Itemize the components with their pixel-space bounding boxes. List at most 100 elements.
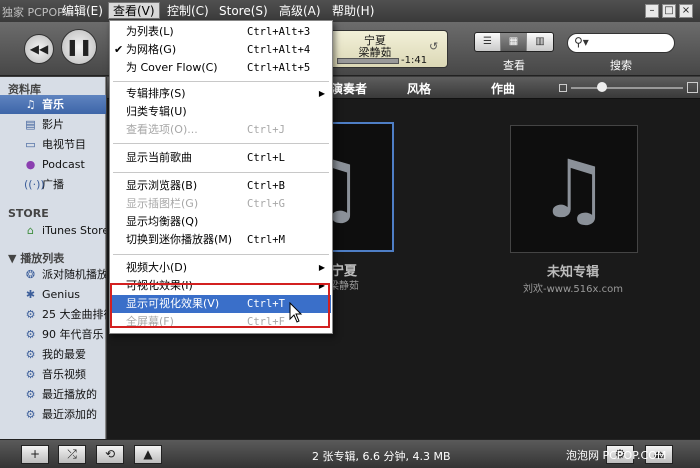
progress-bar[interactable] — [337, 58, 399, 64]
shuffle-icon: ⤮ — [67, 447, 77, 461]
menu-bar: 编辑(E) 查看(V) 控制(C) Store(S) 高级(A) 帮助(H) –… — [0, 0, 700, 22]
genius-icon: ✱ — [25, 288, 36, 301]
time-remaining: -1:41 — [401, 55, 428, 66]
sidebar-item-podcast[interactable]: ● Podcast — [0, 155, 106, 174]
sidebar-item-label: 最近添加的 — [42, 408, 97, 421]
repeat-icon: ⟲ — [104, 447, 116, 461]
menu-store[interactable]: Store(S) — [215, 3, 272, 20]
menu-item-show-artwork[interactable]: 显示插图栏(G) Ctrl+G — [111, 195, 331, 213]
list-view-icon: ☰ — [483, 36, 492, 47]
album-artist: 刘欢-www.516x.com — [523, 284, 623, 295]
pause-button[interactable]: ❚❚ — [61, 29, 97, 65]
sidebar-item-music-videos[interactable]: ⚙ 音乐视频 — [0, 365, 106, 384]
view-list-button[interactable]: ☰ — [475, 33, 501, 51]
itunes-window: 编辑(E) 查看(V) 控制(C) Store(S) 高级(A) 帮助(H) –… — [0, 0, 700, 468]
store-header: STORE — [8, 207, 49, 220]
rewind-icon: ◀◀ — [29, 42, 49, 56]
sidebar-item-label: 最近播放的 — [42, 388, 97, 401]
film-icon: ▤ — [25, 118, 36, 131]
watermark: 独家 PCPOP — [2, 6, 64, 19]
view-label: 查看 — [503, 59, 525, 72]
large-size-icon — [687, 82, 698, 93]
tv-icon: ▭ — [25, 138, 36, 151]
sidebar-item-label: 音乐 — [42, 98, 64, 111]
smart-playlist-icon: ⚙ — [25, 368, 36, 381]
menu-view[interactable]: 查看(V) — [108, 2, 160, 19]
search-label: 搜索 — [610, 59, 632, 72]
checkmark-icon: ✔ — [114, 43, 124, 56]
submenu-arrow-icon: ▶ — [318, 89, 325, 98]
sidebar-item-90s-music[interactable]: ⚙ 90 年代音乐 — [0, 325, 106, 344]
view-coverflow-button[interactable]: ▥ — [527, 33, 553, 51]
slider-thumb[interactable] — [597, 82, 607, 92]
sidebar-item-label: 25 大金曲排行 — [42, 308, 106, 321]
menu-separator — [113, 172, 329, 173]
sidebar-item-label: 电视节目 — [42, 138, 86, 151]
smart-playlist-icon: ⚙ — [25, 308, 36, 321]
menu-item-show-equalizer[interactable]: 显示均衡器(Q) — [111, 213, 331, 231]
submenu-arrow-icon: ▶ — [318, 263, 325, 272]
expand-triangle-icon[interactable]: ▼ — [8, 252, 16, 265]
sidebar-item-label: Podcast — [42, 158, 85, 171]
menu-help[interactable]: 帮助(H) — [328, 3, 378, 20]
repeat-button[interactable]: ⟲ — [96, 445, 124, 464]
menu-item-as-grid[interactable]: ✔ 为网格(G) Ctrl+Alt+4 — [111, 41, 331, 59]
search-icon: ⚲▾ — [574, 35, 589, 49]
view-grid-button[interactable]: ▦ — [501, 33, 527, 51]
sidebar-item-movies[interactable]: ▤ 影片 — [0, 115, 106, 134]
menu-item-video-size[interactable]: 视频大小(D) ▶ — [111, 259, 331, 277]
sidebar-item-itunes-store[interactable]: ⌂ iTunes Store — [0, 221, 106, 240]
album-size-slider[interactable] — [571, 82, 683, 92]
artwork-toggle-button[interactable]: ▲ — [134, 445, 162, 464]
sidebar-item-party-shuffle[interactable]: ❂ 派对随机播放 — [0, 265, 106, 284]
maximize-button[interactable]: □ — [662, 4, 676, 18]
menu-item-mini-player[interactable]: 切换到迷你播放器(M) Ctrl+M — [111, 231, 331, 249]
music-note-icon: ♫ — [538, 143, 610, 236]
sidebar-item-recently-played[interactable]: ⚙ 最近播放的 — [0, 385, 106, 404]
shuffle-button[interactable]: ⤮ — [58, 445, 86, 464]
menu-separator — [113, 143, 329, 144]
menu-edit[interactable]: 编辑(E) — [58, 3, 107, 20]
podcast-icon: ● — [25, 158, 36, 171]
sidebar-item-top-25[interactable]: ⚙ 25 大金曲排行 — [0, 305, 106, 324]
previous-button[interactable]: ◀◀ — [24, 34, 54, 64]
add-playlist-button[interactable]: + — [21, 445, 49, 464]
menu-item-show-current-song[interactable]: 显示当前歌曲 Ctrl+L — [111, 149, 331, 167]
sidebar-item-label: 影片 — [42, 118, 64, 131]
minimize-button[interactable]: – — [645, 4, 659, 18]
menu-item-view-options[interactable]: 查看选项(O)... Ctrl+J — [111, 121, 331, 139]
smart-playlist-icon: ⚙ — [25, 408, 36, 421]
column-composer[interactable]: 作曲 — [491, 80, 515, 97]
sidebar-item-tv-shows[interactable]: ▭ 电视节目 — [0, 135, 106, 154]
menu-item-as-list[interactable]: 为列表(L) Ctrl+Alt+3 — [111, 23, 331, 41]
pause-icon: ❚❚ — [65, 37, 93, 56]
sidebar-item-favorites[interactable]: ⚙ 我的最爱 — [0, 345, 106, 364]
back-arrow-icon[interactable]: ↺ — [429, 40, 438, 53]
album-cover[interactable]: ♫ — [510, 125, 638, 253]
sidebar-item-label: iTunes Store — [42, 224, 106, 237]
sidebar-item-label: 我的最爱 — [42, 348, 86, 361]
smart-playlist-icon: ⚙ — [25, 388, 36, 401]
sidebar-item-recently-added[interactable]: ⚙ 最近添加的 — [0, 405, 106, 424]
menu-item-show-browser[interactable]: 显示浏览器(B) Ctrl+B — [111, 177, 331, 195]
menu-separator — [113, 254, 329, 255]
sidebar-item-radio[interactable]: ((·)) 广播 — [0, 175, 106, 194]
sidebar-item-genius[interactable]: ✱ Genius — [0, 285, 106, 304]
smart-playlist-icon: ⚙ — [25, 328, 36, 341]
menu-controls[interactable]: 控制(C) — [163, 3, 213, 20]
column-artist[interactable]: 演奏者 — [331, 80, 367, 97]
party-shuffle-icon: ❂ — [25, 268, 36, 281]
album-title: 未知专辑 — [546, 265, 599, 280]
menu-item-as-cover-flow[interactable]: 为 Cover Flow(C) Ctrl+Alt+5 — [111, 59, 331, 77]
menu-item-sort-albums[interactable]: 专辑排序(S) ▶ — [111, 85, 331, 103]
search-input[interactable]: ⚲▾ — [567, 33, 675, 53]
music-note-icon: ♫ — [25, 98, 36, 111]
sidebar-item-music[interactable]: ♫ 音乐 — [0, 95, 106, 114]
sidebar: 资料库 ♫ 音乐 ▤ 影片 ▭ 电视节目 ● Podcast ((·)) 广播 … — [0, 77, 106, 439]
close-button[interactable]: × — [679, 4, 693, 18]
view-toggle: ☰ ▦ ▥ — [474, 32, 554, 52]
menu-advanced[interactable]: 高级(A) — [275, 3, 325, 20]
sidebar-item-label: 广播 — [42, 178, 64, 191]
menu-item-group-albums[interactable]: 归类专辑(U) — [111, 103, 331, 121]
column-genre[interactable]: 风格 — [407, 80, 431, 97]
